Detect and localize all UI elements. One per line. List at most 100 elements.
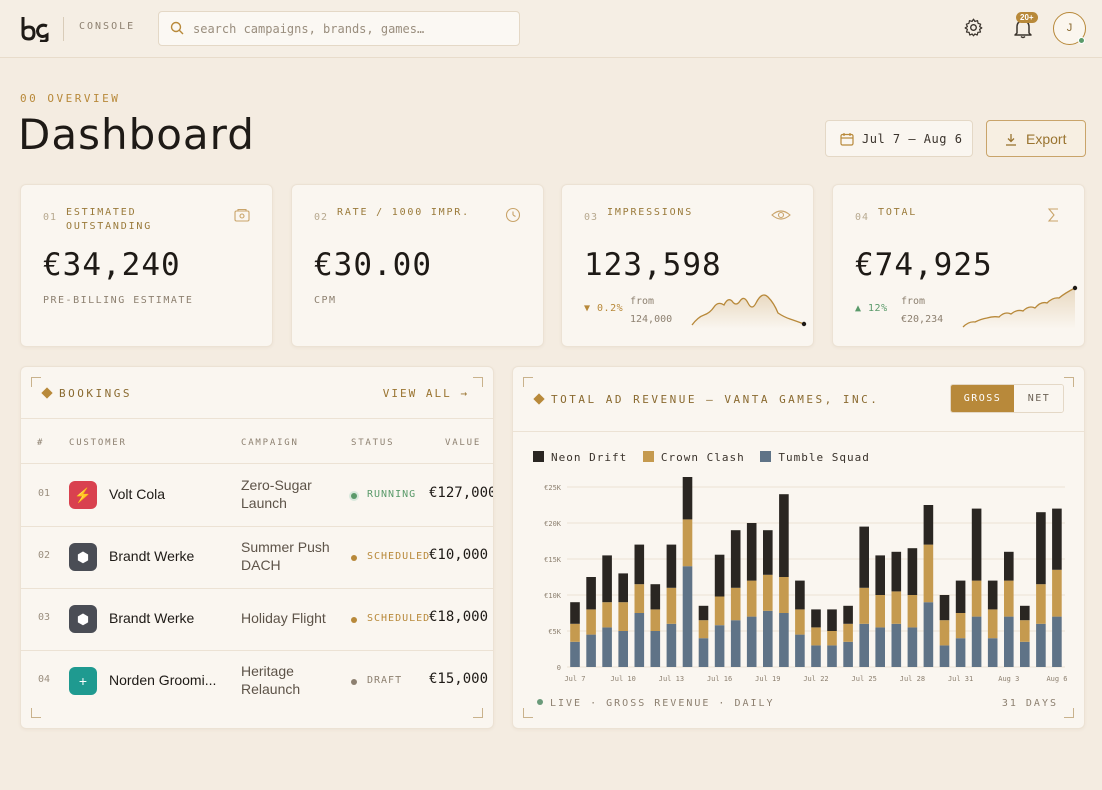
bar-neon-drift[interactable] (875, 555, 885, 595)
bar-neon-drift[interactable] (650, 584, 661, 610)
bar-neon-drift[interactable] (811, 609, 821, 628)
bar-neon-drift[interactable] (923, 505, 934, 545)
bar-neon-drift[interactable] (987, 580, 998, 610)
bar-crown-clash[interactable] (779, 577, 789, 613)
bar-neon-drift[interactable] (795, 580, 805, 610)
bar-neon-drift[interactable] (1052, 508, 1062, 570)
bar-neon-drift[interactable] (859, 526, 869, 588)
bar-tumble-squad[interactable] (1036, 623, 1046, 667)
bar-neon-drift[interactable] (1020, 605, 1030, 621)
bar-crown-clash[interactable] (987, 609, 998, 639)
bar-neon-drift[interactable] (843, 605, 853, 624)
bar-tumble-squad[interactable] (634, 613, 645, 667)
table-row[interactable]: 01 ⚡ Volt Cola Zero-Sugar Launch RUNNING… (21, 464, 493, 526)
bar-tumble-squad[interactable] (843, 641, 853, 667)
bar-tumble-squad[interactable] (923, 602, 934, 667)
bar-tumble-squad[interactable] (779, 613, 789, 667)
bar-crown-clash[interactable] (763, 574, 773, 611)
bar-tumble-squad[interactable] (891, 623, 902, 667)
table-row[interactable]: 04 + Norden Groomi... Heritage Relaunch … (21, 650, 493, 712)
gear-icon[interactable] (963, 17, 984, 38)
table-row[interactable]: 02 ⬢ Brandt Werke Summer Push DACH SCHED… (21, 526, 493, 588)
export-button[interactable]: Export (986, 120, 1086, 157)
bar-crown-clash[interactable] (746, 580, 757, 617)
bar-crown-clash[interactable] (1020, 620, 1030, 642)
bar-tumble-squad[interactable] (763, 610, 773, 667)
toggle-net[interactable]: NET (1014, 385, 1063, 412)
date-range-button[interactable]: Jul 7 – Aug 6 (825, 120, 973, 157)
bar-neon-drift[interactable] (618, 573, 628, 603)
bar-crown-clash[interactable] (682, 519, 693, 567)
bar-tumble-squad[interactable] (714, 625, 725, 667)
bar-tumble-squad[interactable] (586, 634, 596, 667)
table-row[interactable]: 03 ⬢ Brandt Werke Holiday Flight SCHEDUL… (21, 588, 493, 650)
bar-tumble-squad[interactable] (827, 645, 837, 667)
bar-neon-drift[interactable] (602, 555, 612, 603)
bar-crown-clash[interactable] (859, 587, 869, 624)
bar-crown-clash[interactable] (714, 596, 725, 626)
search-box[interactable] (158, 11, 520, 46)
bar-tumble-squad[interactable] (1052, 616, 1062, 667)
bar-neon-drift[interactable] (570, 602, 580, 624)
legend-item[interactable]: Tumble Squad (760, 451, 869, 464)
logo-icon[interactable] (20, 14, 50, 42)
bar-crown-clash[interactable] (570, 623, 580, 642)
bar-crown-clash[interactable] (891, 591, 902, 624)
bar-neon-drift[interactable] (666, 544, 677, 588)
avatar[interactable]: J (1053, 12, 1086, 45)
legend-item[interactable]: Crown Clash (642, 451, 745, 464)
bar-tumble-squad[interactable] (618, 631, 628, 667)
column-header-status[interactable]: STATUS (351, 438, 394, 448)
bar-tumble-squad[interactable] (955, 638, 966, 667)
bar-crown-clash[interactable] (955, 613, 966, 639)
bar-neon-drift[interactable] (746, 523, 757, 581)
bar-tumble-squad[interactable] (602, 627, 612, 667)
bar-tumble-squad[interactable] (987, 638, 998, 667)
bar-tumble-squad[interactable] (1020, 641, 1030, 667)
bar-neon-drift[interactable] (698, 605, 709, 621)
bar-neon-drift[interactable] (971, 508, 982, 581)
kpi-card-cpm[interactable]: 02 RATE / 1000 IMPR. €30.00 CPM (291, 184, 544, 347)
bar-neon-drift[interactable] (939, 595, 950, 621)
kpi-card-impressions[interactable]: 03 IMPRESSIONS 123,598 ▼ 0.2% from 124,0… (561, 184, 814, 347)
bar-neon-drift[interactable] (634, 544, 645, 585)
bar-tumble-squad[interactable] (698, 638, 709, 667)
column-header-campaign[interactable]: CAMPAIGN (241, 438, 299, 448)
bar-crown-clash[interactable] (811, 627, 821, 646)
legend-item[interactable]: Neon Drift (533, 451, 627, 464)
bar-tumble-squad[interactable] (907, 627, 918, 667)
bar-tumble-squad[interactable] (746, 616, 757, 667)
view-all-link[interactable]: VIEW ALL → (383, 387, 469, 400)
bar-tumble-squad[interactable] (859, 623, 869, 667)
bar-tumble-squad[interactable] (650, 631, 661, 667)
bar-neon-drift[interactable] (1036, 512, 1046, 585)
bar-crown-clash[interactable] (666, 587, 677, 624)
bar-crown-clash[interactable] (843, 623, 853, 642)
bar-crown-clash[interactable] (698, 620, 709, 639)
bar-crown-clash[interactable] (650, 609, 661, 631)
bar-tumble-squad[interactable] (875, 627, 885, 667)
bar-crown-clash[interactable] (971, 580, 982, 617)
bar-crown-clash[interactable] (907, 595, 918, 628)
kpi-card-outstanding[interactable]: 01 ESTIMATED OUTSTANDING €34,240 PRE-BIL… (20, 184, 273, 347)
bar-neon-drift[interactable] (827, 609, 837, 631)
bar-neon-drift[interactable] (955, 580, 966, 613)
bar-crown-clash[interactable] (1004, 580, 1014, 617)
bar-crown-clash[interactable] (634, 584, 645, 613)
bar-crown-clash[interactable] (1052, 569, 1062, 617)
bar-neon-drift[interactable] (779, 494, 789, 577)
bar-neon-drift[interactable] (586, 577, 596, 610)
bar-crown-clash[interactable] (730, 587, 741, 621)
bar-crown-clash[interactable] (586, 609, 596, 635)
bar-neon-drift[interactable] (763, 530, 773, 575)
bar-tumble-squad[interactable] (666, 623, 677, 667)
bar-tumble-squad[interactable] (811, 645, 821, 667)
bar-crown-clash[interactable] (923, 544, 934, 603)
bar-crown-clash[interactable] (1036, 584, 1046, 624)
bar-neon-drift[interactable] (730, 530, 741, 588)
bar-crown-clash[interactable] (618, 602, 628, 631)
bar-crown-clash[interactable] (827, 631, 837, 646)
bar-neon-drift[interactable] (682, 477, 693, 520)
bar-tumble-squad[interactable] (1004, 616, 1014, 667)
bar-crown-clash[interactable] (875, 595, 885, 628)
